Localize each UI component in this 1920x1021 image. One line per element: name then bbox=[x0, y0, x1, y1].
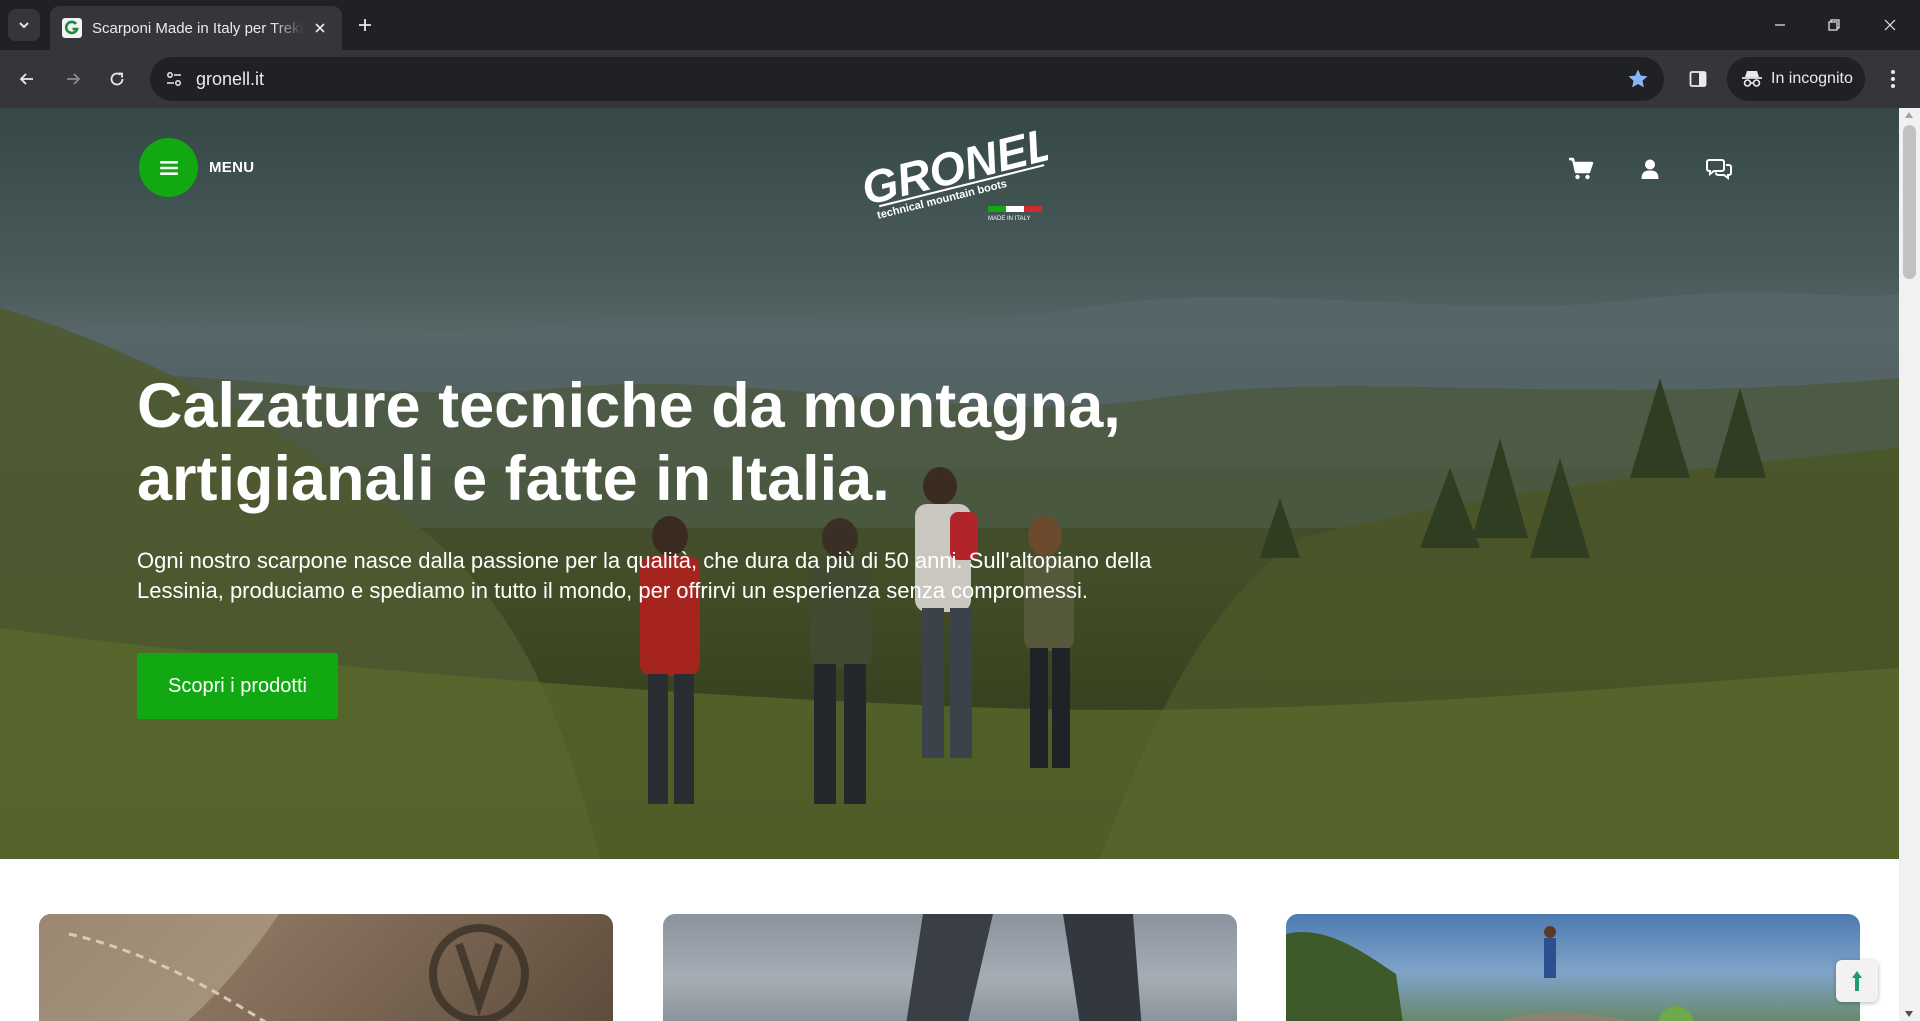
minimize-button[interactable] bbox=[1752, 0, 1808, 50]
arrow-up-icon bbox=[1852, 971, 1862, 991]
logo-made-in-italy: MADE IN ITALY bbox=[988, 216, 1030, 222]
page-viewport: MENU GRONELL technical mountain boots MA… bbox=[0, 108, 1920, 1021]
address-bar[interactable]: gronell.it bbox=[150, 57, 1664, 101]
forward-icon bbox=[67, 73, 81, 85]
scroll-to-top-button[interactable] bbox=[1836, 960, 1878, 1002]
cart-button[interactable] bbox=[1566, 154, 1596, 184]
star-icon[interactable] bbox=[1626, 67, 1650, 91]
hero-title: Calzature tecniche da montagna, artigian… bbox=[137, 370, 1237, 516]
hero-description-line-2: Lessinia, produciamo e spediamo in tutto… bbox=[137, 578, 1088, 603]
minimize-icon bbox=[1775, 24, 1785, 26]
chat-button[interactable] bbox=[1704, 154, 1734, 184]
gronell-logo[interactable]: GRONELL technical mountain boots MADE IN… bbox=[852, 118, 1048, 222]
plus-icon bbox=[359, 19, 371, 31]
hero-section: MENU GRONELL technical mountain boots MA… bbox=[0, 108, 1899, 859]
card-image-boot-detail bbox=[39, 914, 529, 1021]
scrollbar-thumb[interactable] bbox=[1903, 125, 1916, 279]
side-panel-icon bbox=[1689, 71, 1707, 87]
account-button[interactable] bbox=[1635, 154, 1665, 184]
category-card-boots[interactable] bbox=[39, 914, 613, 1021]
menu-button[interactable] bbox=[139, 138, 198, 197]
kebab-menu-icon bbox=[1891, 70, 1895, 88]
scroll-up-arrow-icon[interactable] bbox=[1905, 112, 1913, 118]
incognito-icon bbox=[1742, 71, 1762, 87]
site-favicon-icon bbox=[62, 18, 82, 38]
close-icon bbox=[315, 23, 325, 33]
menu-label[interactable]: MENU bbox=[209, 159, 254, 176]
side-panel-button[interactable] bbox=[1683, 64, 1713, 94]
hero-title-line-1: Calzature tecniche da montagna, bbox=[137, 371, 1121, 441]
hamburger-icon bbox=[159, 160, 178, 175]
site-info-button[interactable] bbox=[158, 63, 190, 95]
incognito-indicator[interactable]: In incognito bbox=[1727, 57, 1865, 101]
category-card-mountain[interactable] bbox=[1286, 914, 1860, 1021]
chevron-down-icon bbox=[19, 22, 29, 29]
browser-menu-button[interactable] bbox=[1880, 64, 1906, 94]
card-image-hiker-legs bbox=[906, 914, 1142, 1021]
new-tab-button[interactable] bbox=[352, 12, 378, 38]
tab-close-button[interactable] bbox=[310, 18, 330, 38]
user-icon bbox=[1641, 159, 1659, 179]
back-button[interactable] bbox=[9, 61, 45, 97]
tab-strip: Scarponi Made in Italy per Trekking bbox=[0, 0, 1920, 50]
scroll-down-arrow-icon[interactable] bbox=[1905, 1011, 1913, 1017]
reload-icon bbox=[110, 72, 124, 86]
url-text[interactable]: gronell.it bbox=[196, 69, 264, 90]
site-info-icon bbox=[167, 72, 181, 86]
cart-icon bbox=[1569, 157, 1594, 180]
forward-button[interactable] bbox=[55, 61, 91, 97]
restore-button[interactable] bbox=[1806, 0, 1862, 50]
tab-title: Scarponi Made in Italy per Trekking bbox=[92, 19, 304, 37]
hero-description-line-1: Ogni nostro scarpone nasce dalla passion… bbox=[137, 548, 1152, 573]
restore-icon bbox=[1828, 19, 1840, 31]
discover-products-button[interactable]: Scopri i prodotti bbox=[137, 653, 338, 719]
chat-icon bbox=[1706, 159, 1732, 180]
tab-active[interactable]: Scarponi Made in Italy per Trekking bbox=[50, 6, 342, 50]
close-icon bbox=[1884, 19, 1896, 31]
reload-button[interactable] bbox=[99, 61, 135, 97]
category-card-trekking[interactable] bbox=[663, 914, 1237, 1021]
card-image-summit bbox=[1286, 926, 1694, 1021]
hero-description: Ogni nostro scarpone nasce dalla passion… bbox=[137, 546, 1197, 606]
back-icon bbox=[19, 73, 33, 85]
tab-search-button[interactable] bbox=[8, 9, 40, 41]
browser-toolbar: gronell.it In incognito bbox=[0, 50, 1920, 108]
hero-title-line-2: artigianali e fatte in Italia. bbox=[137, 444, 890, 514]
close-window-button[interactable] bbox=[1862, 0, 1918, 50]
page-scrollbar[interactable] bbox=[1899, 108, 1920, 1021]
incognito-label: In incognito bbox=[1771, 70, 1853, 87]
